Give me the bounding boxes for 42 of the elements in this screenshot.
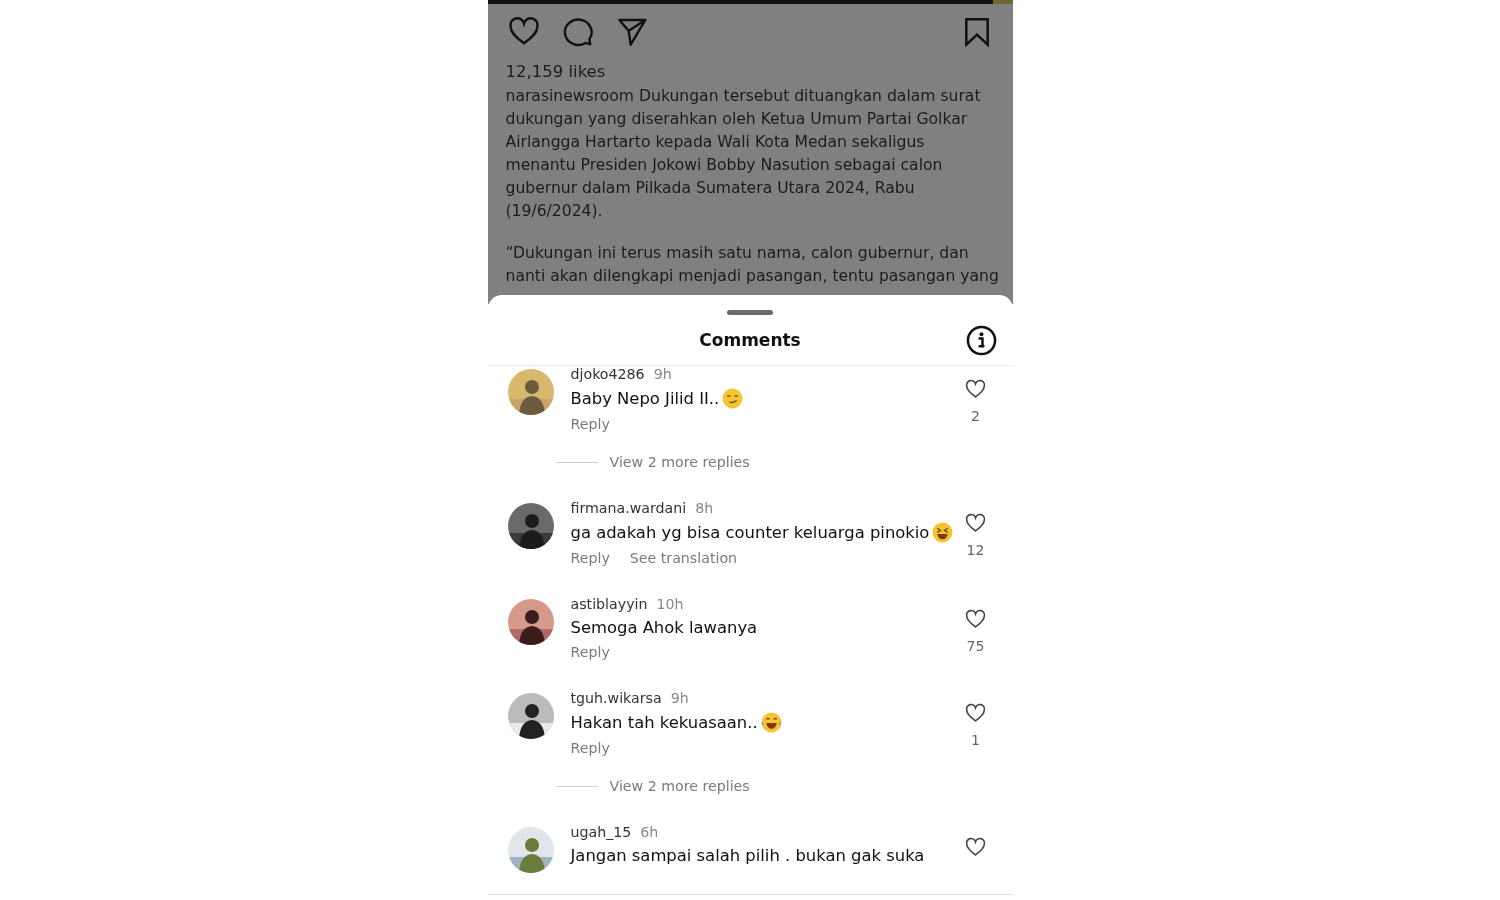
heart-icon[interactable] — [965, 837, 986, 858]
comment-text: ga adakah yg bisa counter keluarga pinokio — [570, 523, 930, 542]
comment-text: Baby Nepo Jilid II.. — [570, 389, 720, 408]
comment-text: Semoga Ahok lawanya — [570, 618, 758, 637]
like-count: 2 — [971, 408, 980, 424]
heart-icon[interactable] — [965, 379, 986, 400]
comment-action-link[interactable]: Reply — [570, 644, 610, 660]
smirk-emoji-icon — [722, 388, 744, 409]
view-replies-link[interactable]: View 2 more replies — [609, 454, 750, 470]
comment-time: 9h — [670, 690, 689, 706]
comment-action-link[interactable]: Reply — [570, 550, 610, 566]
caption-text: narasinewsroom Dukungan tersebut dituangkan dalam surat dukungan yang diserahkan oleh Ketua Umum Partai Golkar Airlangga Hartarto kepada Wali Kota Medan sekaligus menantu Presiden Jokowi Bobby Nasution sebagai calon gubernur dalam Pilkada Sumatera Utara 2024, Rabu (19/6/2024). — [505, 86, 982, 222]
comment-time: 6h — [640, 824, 659, 840]
likes-count[interactable]: 12,159 likes — [487, 48, 1013, 81]
like-count: 75 — [966, 638, 985, 654]
caption-text: “Dukungan ini terus masih satu nama, calon gubernur, dan — [505, 243, 970, 264]
heart-icon[interactable] — [965, 703, 986, 724]
comment-action-link[interactable]: Reply — [570, 416, 610, 432]
drag-handle[interactable] — [727, 310, 773, 315]
heart-icon[interactable] — [965, 609, 986, 630]
comment-time: 9h — [653, 366, 672, 382]
username[interactable]: ugah_15 — [570, 824, 632, 840]
comment-action-link[interactable]: Reply — [570, 740, 610, 756]
sheet-title: Comments — [699, 330, 801, 350]
like-count: 1 — [971, 732, 980, 748]
view-replies-link[interactable]: View 2 more replies — [609, 778, 750, 794]
grinning-emoji-icon — [932, 522, 954, 543]
info-icon[interactable] — [965, 324, 997, 356]
laughing-tears-emoji-icon — [760, 712, 782, 733]
username[interactable]: tguh.wikarsa — [570, 690, 662, 706]
username[interactable]: astiblayyin — [570, 596, 648, 612]
heart-icon[interactable] — [965, 513, 986, 534]
comment-action-link[interactable]: See translation — [629, 550, 738, 566]
like-count: 12 — [966, 542, 985, 558]
comment-text: Jangan sampai salah pilih . bukan gak suka — [570, 846, 925, 865]
send-icon[interactable] — [615, 16, 648, 48]
username[interactable]: djoko4286 — [570, 366, 645, 382]
comment-text: Hakan tah kekuasaan.. — [570, 713, 758, 732]
comment-time: 8h — [695, 500, 714, 516]
username[interactable]: firmana.wardani — [570, 500, 687, 516]
comment-icon[interactable] — [561, 16, 594, 48]
comment-time: 10h — [656, 596, 684, 612]
